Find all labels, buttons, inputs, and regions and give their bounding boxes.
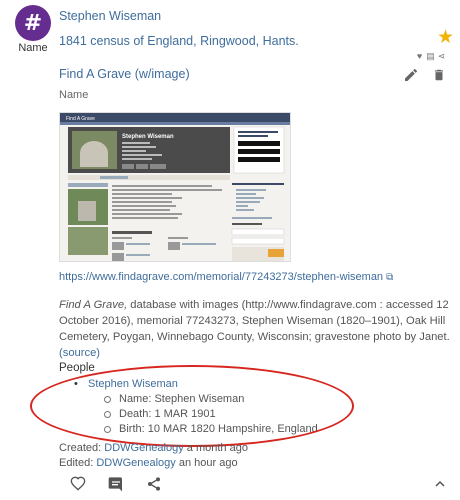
chevron-up-icon[interactable]	[432, 476, 448, 492]
avatar-glyph: #	[23, 10, 43, 36]
citation-text: Find A Grave, database with images (http…	[59, 297, 454, 361]
share-icon-footer[interactable]	[146, 476, 162, 492]
created-line: Created: DDWGenealogy a month ago	[59, 442, 248, 454]
attachment-url[interactable]: https://www.findagrave.com/memorial/7724…	[59, 271, 393, 283]
star-icon[interactable]: ★	[437, 28, 454, 48]
created-label: Created:	[59, 442, 105, 454]
people-heading: People	[59, 362, 95, 374]
edited-time: an hour ago	[175, 457, 238, 469]
comment-icon-footer[interactable]	[108, 476, 124, 492]
url-link[interactable]: https://www.findagrave.com/memorial/7724…	[59, 271, 383, 283]
edited-label: Edited:	[59, 457, 97, 469]
edited-by-link[interactable]: DDWGenealogy	[96, 457, 175, 469]
post-title[interactable]: Stephen Wiseman	[59, 9, 161, 23]
thumb-person-name: Stephen Wiseman	[122, 134, 174, 140]
avatar-label: Name	[18, 42, 48, 54]
external-link-icon[interactable]: ⧉	[386, 272, 393, 283]
citation-source: Find A Grave,	[59, 299, 128, 311]
edit-icon[interactable]	[403, 67, 419, 83]
trash-icon[interactable]	[432, 67, 446, 83]
mini-action-icons: ♥ ▤ ⋖	[414, 51, 447, 62]
comment-icon[interactable]: ▤	[425, 51, 436, 62]
thumb-site-name: Find A Grave	[66, 116, 95, 122]
attachment-type-label: Name	[59, 89, 89, 101]
post-subtitle[interactable]: 1841 census of England, Ringwood, Hants.	[59, 34, 299, 48]
webpage-thumbnail[interactable]: Find A Grave Stephen Wiseman	[59, 112, 291, 262]
heart-icon[interactable]: ♥	[414, 51, 425, 61]
attachment-title[interactable]: Find A Grave (w/image)	[59, 67, 190, 81]
share-icon[interactable]: ⋖	[436, 51, 447, 62]
created-by-link[interactable]: DDWGenealogy	[104, 442, 183, 454]
edited-line: Edited: DDWGenealogy an hour ago	[59, 457, 238, 469]
created-time: a month ago	[183, 442, 248, 454]
source-link[interactable]: (source)	[59, 347, 100, 359]
avatar[interactable]: #	[15, 5, 51, 41]
highlight-circle	[30, 365, 354, 447]
thumbnail-graphic: Find A Grave Stephen Wiseman	[60, 113, 290, 261]
like-heart-icon[interactable]	[70, 476, 86, 492]
